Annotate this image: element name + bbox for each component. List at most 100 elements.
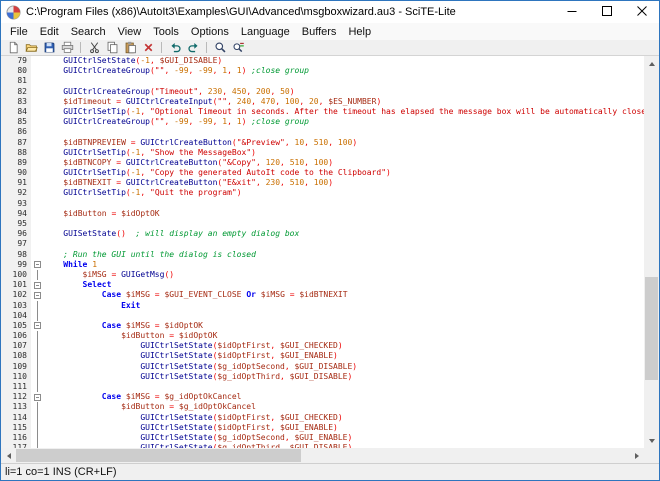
code-line[interactable]: 100 $iMSG = GUIGetMsg() (1, 270, 644, 280)
find-button[interactable] (211, 40, 229, 55)
token: GUICtrlCreateGroup (63, 66, 150, 75)
menu-item-file[interactable]: File (4, 24, 34, 40)
code-line[interactable]: 87 $idBTNPREVIEW = GUICtrlCreateButton("… (1, 138, 644, 148)
minimize-button[interactable] (554, 1, 589, 23)
fold-toggle[interactable] (31, 321, 44, 331)
code-line[interactable]: 110 GUICtrlSetState($g_idOptThird, $GUI_… (1, 372, 644, 382)
horizontal-scroll-thumb[interactable] (16, 449, 301, 462)
fold-toggle[interactable] (31, 290, 44, 300)
vertical-scrollbar[interactable] (644, 56, 659, 448)
code-line[interactable]: 80 GUICtrlCreateGroup("", -99, -99, 1, 1… (1, 66, 644, 76)
code-line[interactable]: 83 $idTimeout = GUICtrlCreateInput("", 2… (1, 97, 644, 107)
code-line[interactable]: 116 GUICtrlSetState($g_idOptSecond, $GUI… (1, 433, 644, 443)
code-line[interactable]: 94 $idButton = $idOptOK (1, 209, 644, 219)
menu-item-help[interactable]: Help (342, 24, 377, 40)
horizontal-scrollbar[interactable] (1, 448, 644, 463)
token: -1 (131, 168, 141, 177)
scroll-down-button[interactable] (644, 433, 659, 448)
window-title: C:\Program Files (x86)\AutoIt3\Examples\… (26, 6, 554, 18)
undo-icon (169, 41, 182, 54)
token: , (227, 66, 237, 75)
maximize-button[interactable] (589, 1, 624, 23)
code-line[interactable]: 95 (1, 219, 644, 229)
menu-item-tools[interactable]: Tools (147, 24, 185, 40)
redo-button[interactable] (184, 40, 202, 55)
fold-toggle[interactable] (31, 280, 44, 290)
menu-item-edit[interactable]: Edit (34, 24, 65, 40)
code-line[interactable]: 99 While 1 (1, 260, 644, 270)
editor[interactable]: 79 GUICtrlSetState(-1, $GUI_DISABLE)80 G… (1, 56, 659, 448)
replace-button[interactable] (229, 40, 247, 55)
token: , (189, 66, 199, 75)
code-line[interactable]: 108 GUICtrlSetState($idOptFirst, $GUI_EN… (1, 351, 644, 361)
code-line[interactable]: 111 (1, 382, 644, 392)
token: ; will display an empty dialog box (136, 229, 300, 238)
scroll-up-button[interactable] (644, 56, 659, 71)
code-line[interactable]: 102 Case $iMSG = $GUI_EVENT_CLOSE Or $iM… (1, 290, 644, 300)
token: , (270, 87, 280, 96)
code-line[interactable]: 109 GUICtrlSetState($g_idOptSecond, $GUI… (1, 362, 644, 372)
undo-button[interactable] (166, 40, 184, 55)
code-line[interactable]: 89 $idBTNCOPY = GUICtrlCreateButton("&Co… (1, 158, 644, 168)
fold-toggle[interactable] (31, 392, 44, 402)
line-number: 87 (1, 138, 31, 148)
menu-item-search[interactable]: Search (65, 24, 112, 40)
token: GUICtrlSetState (140, 372, 212, 381)
code-line[interactable]: 91 $idBTNEXIT = GUICtrlCreateButton("E&x… (1, 178, 644, 188)
code-line[interactable]: 82 GUICtrlCreateGroup("Timeout", 230, 45… (1, 87, 644, 97)
code-line[interactable]: 98 ; Run the GUI until the dialog is clo… (1, 250, 644, 260)
code-line[interactable]: 105 Case $iMSG = $idOptOK (1, 321, 644, 331)
token: $idBTNEXIT (63, 178, 111, 187)
token: GUICtrlSetTip (63, 148, 126, 157)
code-line[interactable]: 84 GUICtrlSetTip(-1, "Optional Timeout i… (1, 107, 644, 117)
code-line[interactable]: 81 (1, 76, 644, 86)
code-line[interactable]: 86 (1, 127, 644, 137)
code-line[interactable]: 90 GUICtrlSetTip(-1, "Copy the generated… (1, 168, 644, 178)
code-line[interactable]: 96 GUISetState() ; will display an empty… (1, 229, 644, 239)
code-line[interactable]: 79 GUICtrlSetState(-1, $GUI_DISABLE) (1, 56, 644, 66)
delete-button[interactable] (139, 40, 157, 55)
menu-item-options[interactable]: Options (185, 24, 235, 40)
cut-button[interactable] (85, 40, 103, 55)
code-line[interactable]: 112 Case $iMSG = $g_idOptOkCancel (1, 392, 644, 402)
line-number: 106 (1, 331, 31, 341)
menu-item-buffers[interactable]: Buffers (296, 24, 343, 40)
code-line[interactable]: 115 GUICtrlSetState($idOptFirst, $GUI_EN… (1, 423, 644, 433)
code-line[interactable]: 101 Select (1, 280, 644, 290)
open-file-button[interactable] (22, 40, 40, 55)
code-line[interactable]: 103 Exit (1, 301, 644, 311)
menu-item-language[interactable]: Language (235, 24, 296, 40)
save-file-button[interactable] (40, 40, 58, 55)
token: 510 (290, 158, 304, 167)
token: "Timeout" (155, 87, 198, 96)
scroll-left-button[interactable] (1, 448, 16, 463)
fold-margin (31, 127, 44, 137)
new-file-button[interactable] (4, 40, 22, 55)
vertical-scroll-thumb[interactable] (645, 277, 658, 380)
fold-margin (31, 270, 44, 280)
code-line[interactable]: 114 GUICtrlSetState($idOptFirst, $GUI_CH… (1, 413, 644, 423)
fold-toggle[interactable] (31, 260, 44, 270)
code-line[interactable]: 113 $idButton = $g_idOptOkCancel (1, 402, 644, 412)
code-line[interactable]: 107 GUICtrlSetState($idOptFirst, $GUI_CH… (1, 341, 644, 351)
scroll-right-button[interactable] (629, 448, 644, 463)
token: $g_idOptThird (217, 372, 280, 381)
print-button[interactable] (58, 40, 76, 55)
code-line[interactable]: 106 $idButton = $idOptOK (1, 331, 644, 341)
code-line[interactable]: 85 GUICtrlCreateGroup("", -99, -99, 1, 1… (1, 117, 644, 127)
token: , (251, 97, 261, 106)
token: ) (242, 117, 252, 126)
token: $GUI_ENABLE (294, 433, 347, 442)
code-line[interactable]: 97 (1, 239, 644, 249)
paste-button[interactable] (121, 40, 139, 55)
menu-item-view[interactable]: View (112, 24, 148, 40)
token: , (246, 87, 256, 96)
code-line[interactable]: 92 GUICtrlSetTip(-1, "Quit the program") (1, 188, 644, 198)
code-line[interactable]: 104 (1, 311, 644, 321)
code-area[interactable]: 79 GUICtrlSetState(-1, $GUI_DISABLE)80 G… (1, 56, 644, 448)
code-line[interactable]: 93 (1, 199, 644, 209)
token: "Copy the generated AutoIt code to the C… (150, 168, 386, 177)
copy-button[interactable] (103, 40, 121, 55)
close-button[interactable] (624, 1, 659, 23)
code-line[interactable]: 88 GUICtrlSetTip(-1, "Show the MessageBo… (1, 148, 644, 158)
